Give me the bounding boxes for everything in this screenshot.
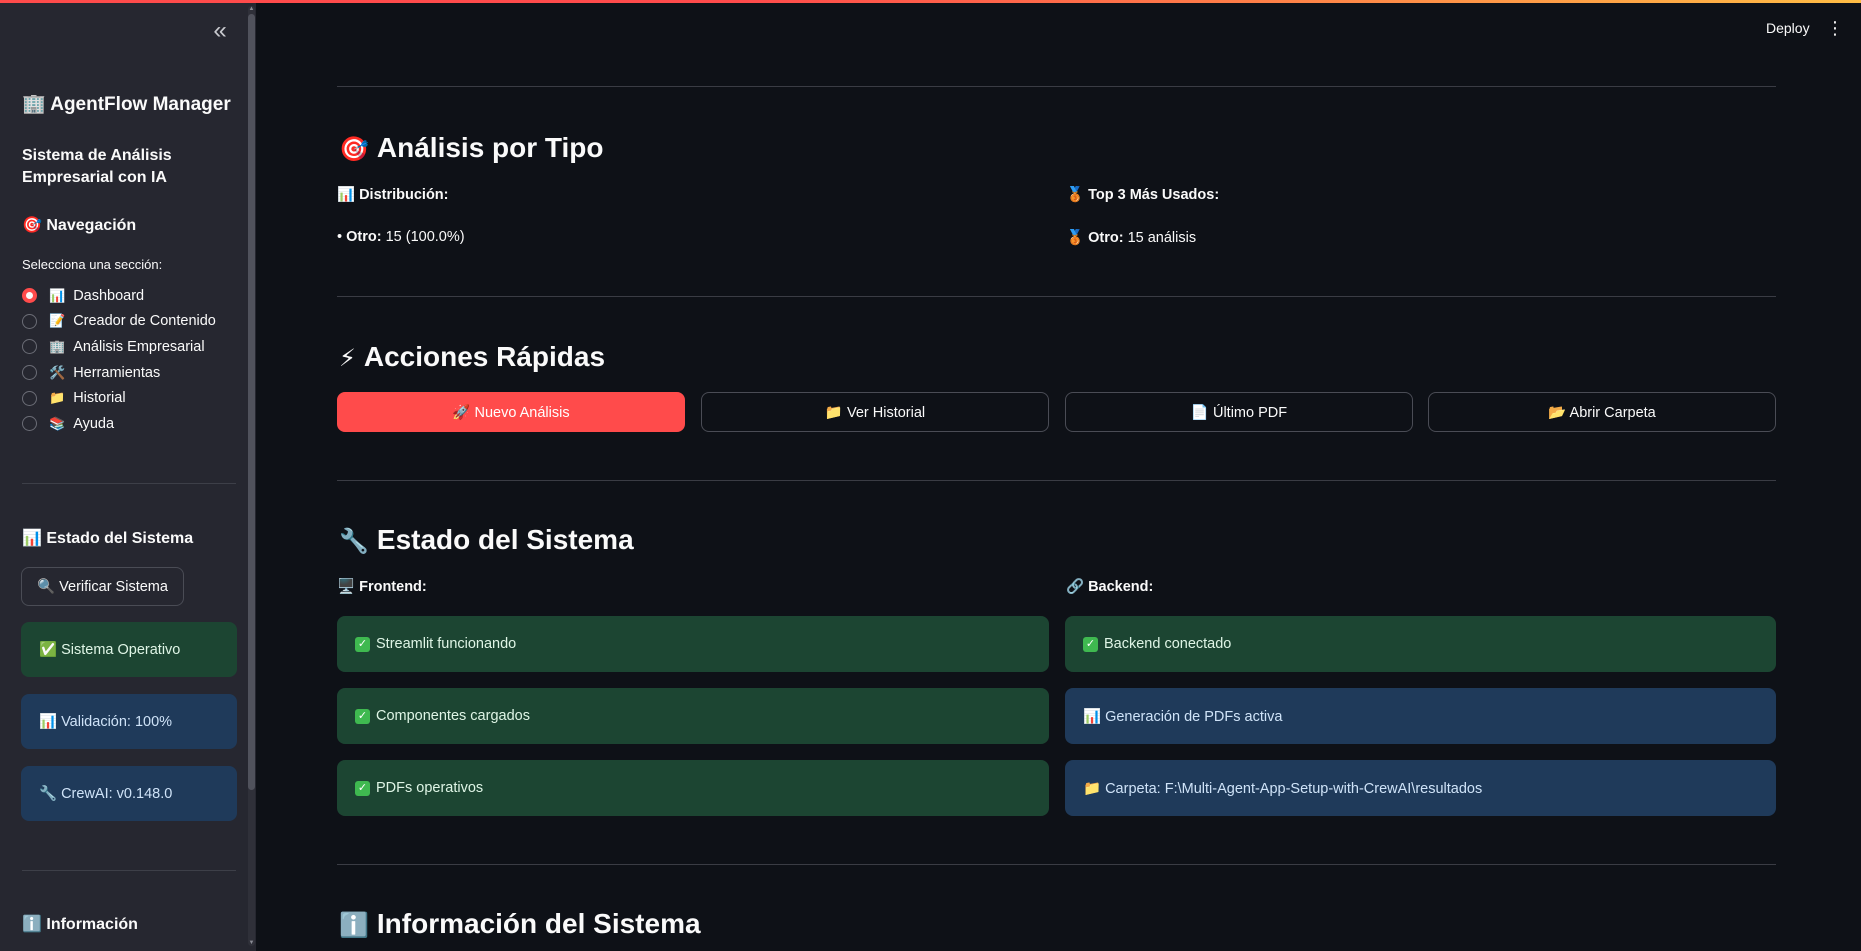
divider bbox=[337, 86, 1776, 87]
frontend-status-components: ✓ Componentes cargados bbox=[337, 688, 1049, 744]
top-used-item: 🥉 Otro: 15 análisis bbox=[1066, 230, 1197, 246]
building-icon: 🏢 bbox=[49, 338, 66, 354]
radio-selected[interactable] bbox=[22, 288, 37, 304]
nav-heading: 🎯 Navegación bbox=[22, 217, 137, 234]
system-info-heading: ℹ️ Información del Sistema bbox=[339, 908, 701, 939]
system-status-heading: 🔧 Estado del Sistema bbox=[339, 524, 634, 555]
sidebar-divider bbox=[22, 870, 236, 871]
sidebar-divider bbox=[22, 483, 236, 484]
nav-item-label: Dashboard bbox=[73, 287, 145, 304]
books-icon: 📚 bbox=[49, 415, 66, 431]
nav-item-content-creator[interactable]: 📝 Creador de Contenido bbox=[22, 309, 216, 335]
deploy-button[interactable]: Deploy bbox=[1766, 20, 1810, 36]
lightning-icon: ⚡ bbox=[339, 345, 356, 372]
nav-item-label: Creador de Contenido bbox=[73, 313, 216, 330]
wrench-icon: 🔧 bbox=[339, 528, 369, 555]
radio-unselected[interactable] bbox=[22, 339, 37, 355]
info-heading: ℹ️ Información bbox=[22, 916, 138, 933]
status-ok-box: ✅ Sistema Operativo bbox=[21, 622, 237, 677]
backend-label: 🔗 Backend: bbox=[1066, 579, 1154, 595]
check-icon: ✓ bbox=[355, 636, 370, 652]
nav-item-label: Análisis Empresarial bbox=[73, 338, 205, 355]
radio-unselected[interactable] bbox=[22, 313, 37, 329]
app-title: 🏢 AgentFlow Manager bbox=[22, 94, 231, 115]
nav-item-help[interactable]: 📚 Ayuda bbox=[22, 411, 216, 437]
nav-item-history[interactable]: 📁 Historial bbox=[22, 385, 216, 411]
nav-label: Selecciona una sección: bbox=[22, 257, 163, 272]
collapse-sidebar-icon[interactable]: « bbox=[206, 18, 234, 46]
folder-icon: 📁 bbox=[49, 390, 66, 406]
radio-unselected[interactable] bbox=[22, 390, 37, 406]
analysis-heading: 🎯 Análisis por Tipo bbox=[339, 132, 604, 163]
divider bbox=[337, 296, 1776, 297]
chart-icon: 📊 bbox=[49, 287, 66, 303]
divider bbox=[337, 864, 1776, 865]
more-menu-icon[interactable]: ⋮ bbox=[1826, 18, 1844, 38]
check-icon: ✓ bbox=[355, 708, 370, 724]
nav-item-tools[interactable]: 🛠️ Herramientas bbox=[22, 360, 216, 386]
sidebar-scrollbar[interactable]: ▲ ▼ bbox=[248, 6, 255, 946]
nav-item-dashboard[interactable]: 📊 Dashboard bbox=[22, 283, 216, 309]
distribution-item: • Otro: 15 (100.0%) bbox=[337, 229, 465, 245]
top-used-label: 🥉 Top 3 Más Usados: bbox=[1066, 187, 1220, 203]
target-icon: 🎯 bbox=[339, 136, 369, 163]
scroll-up-icon[interactable]: ▲ bbox=[248, 6, 255, 12]
backend-status-connected: ✓ Backend conectado bbox=[1065, 616, 1776, 672]
info-icon: ℹ️ bbox=[339, 912, 369, 939]
app-subtitle: Sistema de Análisis Empresarial con IA bbox=[22, 147, 172, 186]
memo-icon: 📝 bbox=[49, 313, 66, 329]
view-history-button[interactable]: 📁 Ver Historial bbox=[701, 392, 1049, 432]
tools-icon: 🛠️ bbox=[49, 364, 66, 380]
top-accent-bar bbox=[0, 0, 1861, 3]
backend-status-folder: 📁 Carpeta: F:\Multi-Agent-App-Setup-with… bbox=[1065, 760, 1776, 816]
scrollbar-thumb[interactable] bbox=[248, 14, 255, 790]
nav-item-label: Ayuda bbox=[73, 415, 115, 432]
frontend-status-pdfs: ✓ PDFs operativos bbox=[337, 760, 1049, 816]
open-folder-button[interactable]: 📂 Abrir Carpeta bbox=[1428, 392, 1776, 432]
nav-item-business-analysis[interactable]: 🏢 Análisis Empresarial bbox=[22, 334, 216, 360]
sidebar: « 🏢 AgentFlow Manager Sistema de Análisi… bbox=[0, 0, 256, 951]
nav-item-label: Historial bbox=[73, 390, 126, 407]
backend-status-pdf-generation: 📊 Generación de PDFs activa bbox=[1065, 688, 1776, 744]
divider bbox=[337, 480, 1776, 481]
crewai-version-box: 🔧 CrewAI: v0.148.0 bbox=[21, 766, 237, 821]
actions-heading: ⚡ Acciones Rápidas bbox=[339, 341, 606, 372]
status-heading: 📊 Estado del Sistema bbox=[22, 530, 194, 547]
radio-unselected[interactable] bbox=[22, 416, 37, 432]
verify-system-button[interactable]: 🔍 Verificar Sistema bbox=[21, 567, 184, 606]
frontend-label: 🖥️ Frontend: bbox=[337, 579, 427, 595]
last-pdf-button[interactable]: 📄 Último PDF bbox=[1065, 392, 1413, 432]
nav-radio-group: 📊 Dashboard 📝 Creador de Contenido 🏢 Aná… bbox=[22, 283, 216, 437]
check-icon: ✓ bbox=[355, 780, 370, 796]
nav-item-label: Herramientas bbox=[73, 364, 161, 381]
medal-icon: 🥉 bbox=[1066, 230, 1085, 246]
distribution-label: 📊 Distribución: bbox=[337, 187, 449, 203]
new-analysis-button[interactable]: 🚀 Nuevo Análisis bbox=[337, 392, 685, 432]
validation-box: 📊 Validación: 100% bbox=[21, 694, 237, 749]
check-icon: ✓ bbox=[1083, 636, 1098, 652]
radio-unselected[interactable] bbox=[22, 365, 37, 381]
frontend-status-streamlit: ✓ Streamlit funcionando bbox=[337, 616, 1049, 672]
scroll-down-icon[interactable]: ▼ bbox=[248, 940, 255, 946]
